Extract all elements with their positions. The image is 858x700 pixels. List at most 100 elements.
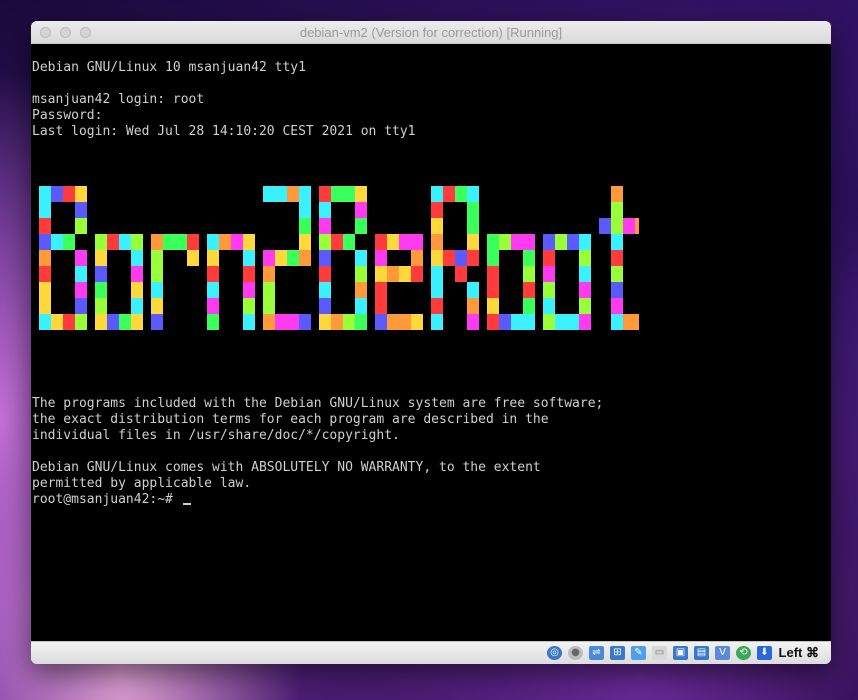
banner-pixel bbox=[95, 298, 107, 314]
usb-icon[interactable]: ⇌ bbox=[589, 646, 604, 660]
banner-pixel bbox=[75, 314, 87, 330]
banner-pixel bbox=[107, 234, 119, 250]
banner-pixel bbox=[543, 298, 555, 314]
banner-pixel bbox=[75, 186, 87, 202]
banner-pixel bbox=[75, 282, 87, 298]
banner-pixel bbox=[151, 282, 163, 298]
banner-pixel bbox=[131, 282, 143, 298]
shared-folders-icon[interactable]: ✎ bbox=[631, 646, 646, 660]
banner-pixel bbox=[75, 250, 87, 266]
optical-drive-icon[interactable]: ● bbox=[568, 646, 583, 660]
banner-pixel bbox=[187, 250, 199, 266]
banner-pixel bbox=[431, 314, 443, 330]
banner-pixel bbox=[319, 266, 331, 282]
banner-pixel bbox=[611, 282, 623, 298]
banner-pixel bbox=[579, 234, 591, 250]
banner-pixel bbox=[499, 234, 511, 250]
vm-icon[interactable]: V bbox=[715, 646, 730, 660]
banner-pixel bbox=[75, 298, 87, 314]
terminal-line: The programs included with the Debian GN… bbox=[32, 396, 604, 411]
video-capture-icon[interactable]: ▣ bbox=[673, 646, 688, 660]
banner-pixel bbox=[39, 234, 51, 250]
banner-pixel bbox=[375, 282, 387, 298]
banner-pixel bbox=[163, 234, 175, 250]
banner-pixel bbox=[131, 314, 143, 330]
text-cursor bbox=[182, 503, 191, 505]
banner-pixel bbox=[611, 202, 623, 218]
banner-pixel bbox=[287, 186, 299, 202]
window-title: debian-vm2 (Version for correction) [Run… bbox=[299, 25, 563, 40]
mouse-integration-icon[interactable]: ⬇ bbox=[757, 646, 772, 660]
banner-pixel bbox=[263, 250, 275, 266]
banner-pixel bbox=[467, 250, 479, 266]
banner-pixel bbox=[119, 234, 131, 250]
banner-pixel bbox=[387, 314, 399, 330]
banner-pixel bbox=[611, 234, 623, 250]
banner-pixel bbox=[635, 314, 639, 330]
banner-pixel bbox=[331, 186, 343, 202]
banner-pixel bbox=[319, 314, 331, 330]
banner-pixel bbox=[431, 234, 443, 250]
banner-pixel bbox=[611, 298, 623, 314]
banner-pixel bbox=[207, 266, 219, 282]
banner-pixel bbox=[611, 314, 623, 330]
network-icon[interactable]: ⊞ bbox=[610, 646, 625, 660]
banner-pixel bbox=[411, 314, 423, 330]
banner-pixel bbox=[355, 218, 367, 234]
banner-pixel bbox=[299, 218, 311, 234]
banner-pixel bbox=[375, 250, 387, 266]
banner-pixel bbox=[523, 298, 535, 314]
banner-pixel bbox=[275, 186, 287, 202]
banner-pixel bbox=[263, 282, 275, 298]
banner-pixel bbox=[39, 218, 51, 234]
banner-pixel bbox=[263, 186, 275, 202]
banner-pixel bbox=[131, 298, 143, 314]
banner-pixel bbox=[39, 250, 51, 266]
banner-pixel bbox=[375, 314, 387, 330]
banner-pixel bbox=[455, 250, 467, 266]
banner-pixel bbox=[467, 218, 479, 234]
banner-pixel bbox=[187, 234, 199, 250]
banner-pixel bbox=[207, 298, 219, 314]
cpu-icon[interactable]: ⟲ bbox=[736, 646, 751, 660]
banner-pixel bbox=[387, 234, 399, 250]
vm-console-screen[interactable]: Debian GNU/Linux 10 msanjuan42 tty1 msan… bbox=[31, 44, 831, 641]
terminal-line: msanjuan42 login: root bbox=[32, 92, 205, 107]
banner-pixel bbox=[63, 314, 75, 330]
banner-pixel bbox=[95, 234, 107, 250]
banner-pixel bbox=[467, 234, 479, 250]
banner-pixel bbox=[487, 266, 499, 282]
host-key-indicator[interactable]: Left ⌘ bbox=[779, 645, 819, 661]
banner-pixel bbox=[39, 266, 51, 282]
display-icon[interactable]: ▭ bbox=[652, 646, 667, 660]
banner-pixel bbox=[555, 314, 567, 330]
title-bar[interactable]: debian-vm2 (Version for correction) [Run… bbox=[31, 21, 831, 44]
banner-pixel bbox=[319, 298, 331, 314]
banner-pixel bbox=[499, 314, 511, 330]
shell-prompt: root@msanjuan42:~# bbox=[32, 492, 181, 507]
banner-pixel bbox=[467, 314, 479, 330]
banner-pixel bbox=[375, 266, 387, 282]
banner-pixel bbox=[355, 186, 367, 202]
banner-pixel bbox=[119, 314, 131, 330]
banner-pixel bbox=[319, 234, 331, 250]
shell-prompt-line[interactable]: root@msanjuan42:~# bbox=[32, 492, 191, 508]
banner-pixel bbox=[487, 282, 499, 298]
banner-pixel bbox=[431, 266, 443, 282]
banner-pixel bbox=[579, 266, 591, 282]
hard-disk-icon[interactable]: ◎ bbox=[547, 646, 562, 660]
banner-pixel bbox=[455, 186, 467, 202]
banner-pixel bbox=[523, 266, 535, 282]
banner-pixel bbox=[75, 202, 87, 218]
banner-pixel bbox=[375, 234, 387, 250]
banner-pixel bbox=[523, 282, 535, 298]
banner-pixel bbox=[131, 250, 143, 266]
terminal-line: Debian GNU/Linux comes with ABSOLUTELY N… bbox=[32, 460, 541, 475]
banner-pixel bbox=[487, 314, 499, 330]
banner-pixel bbox=[579, 282, 591, 298]
recording-icon[interactable]: ▤ bbox=[694, 646, 709, 660]
banner-pixel bbox=[431, 298, 443, 314]
banner-pixel bbox=[399, 234, 411, 250]
banner-pixel bbox=[355, 298, 367, 314]
banner-pixel bbox=[599, 218, 611, 234]
